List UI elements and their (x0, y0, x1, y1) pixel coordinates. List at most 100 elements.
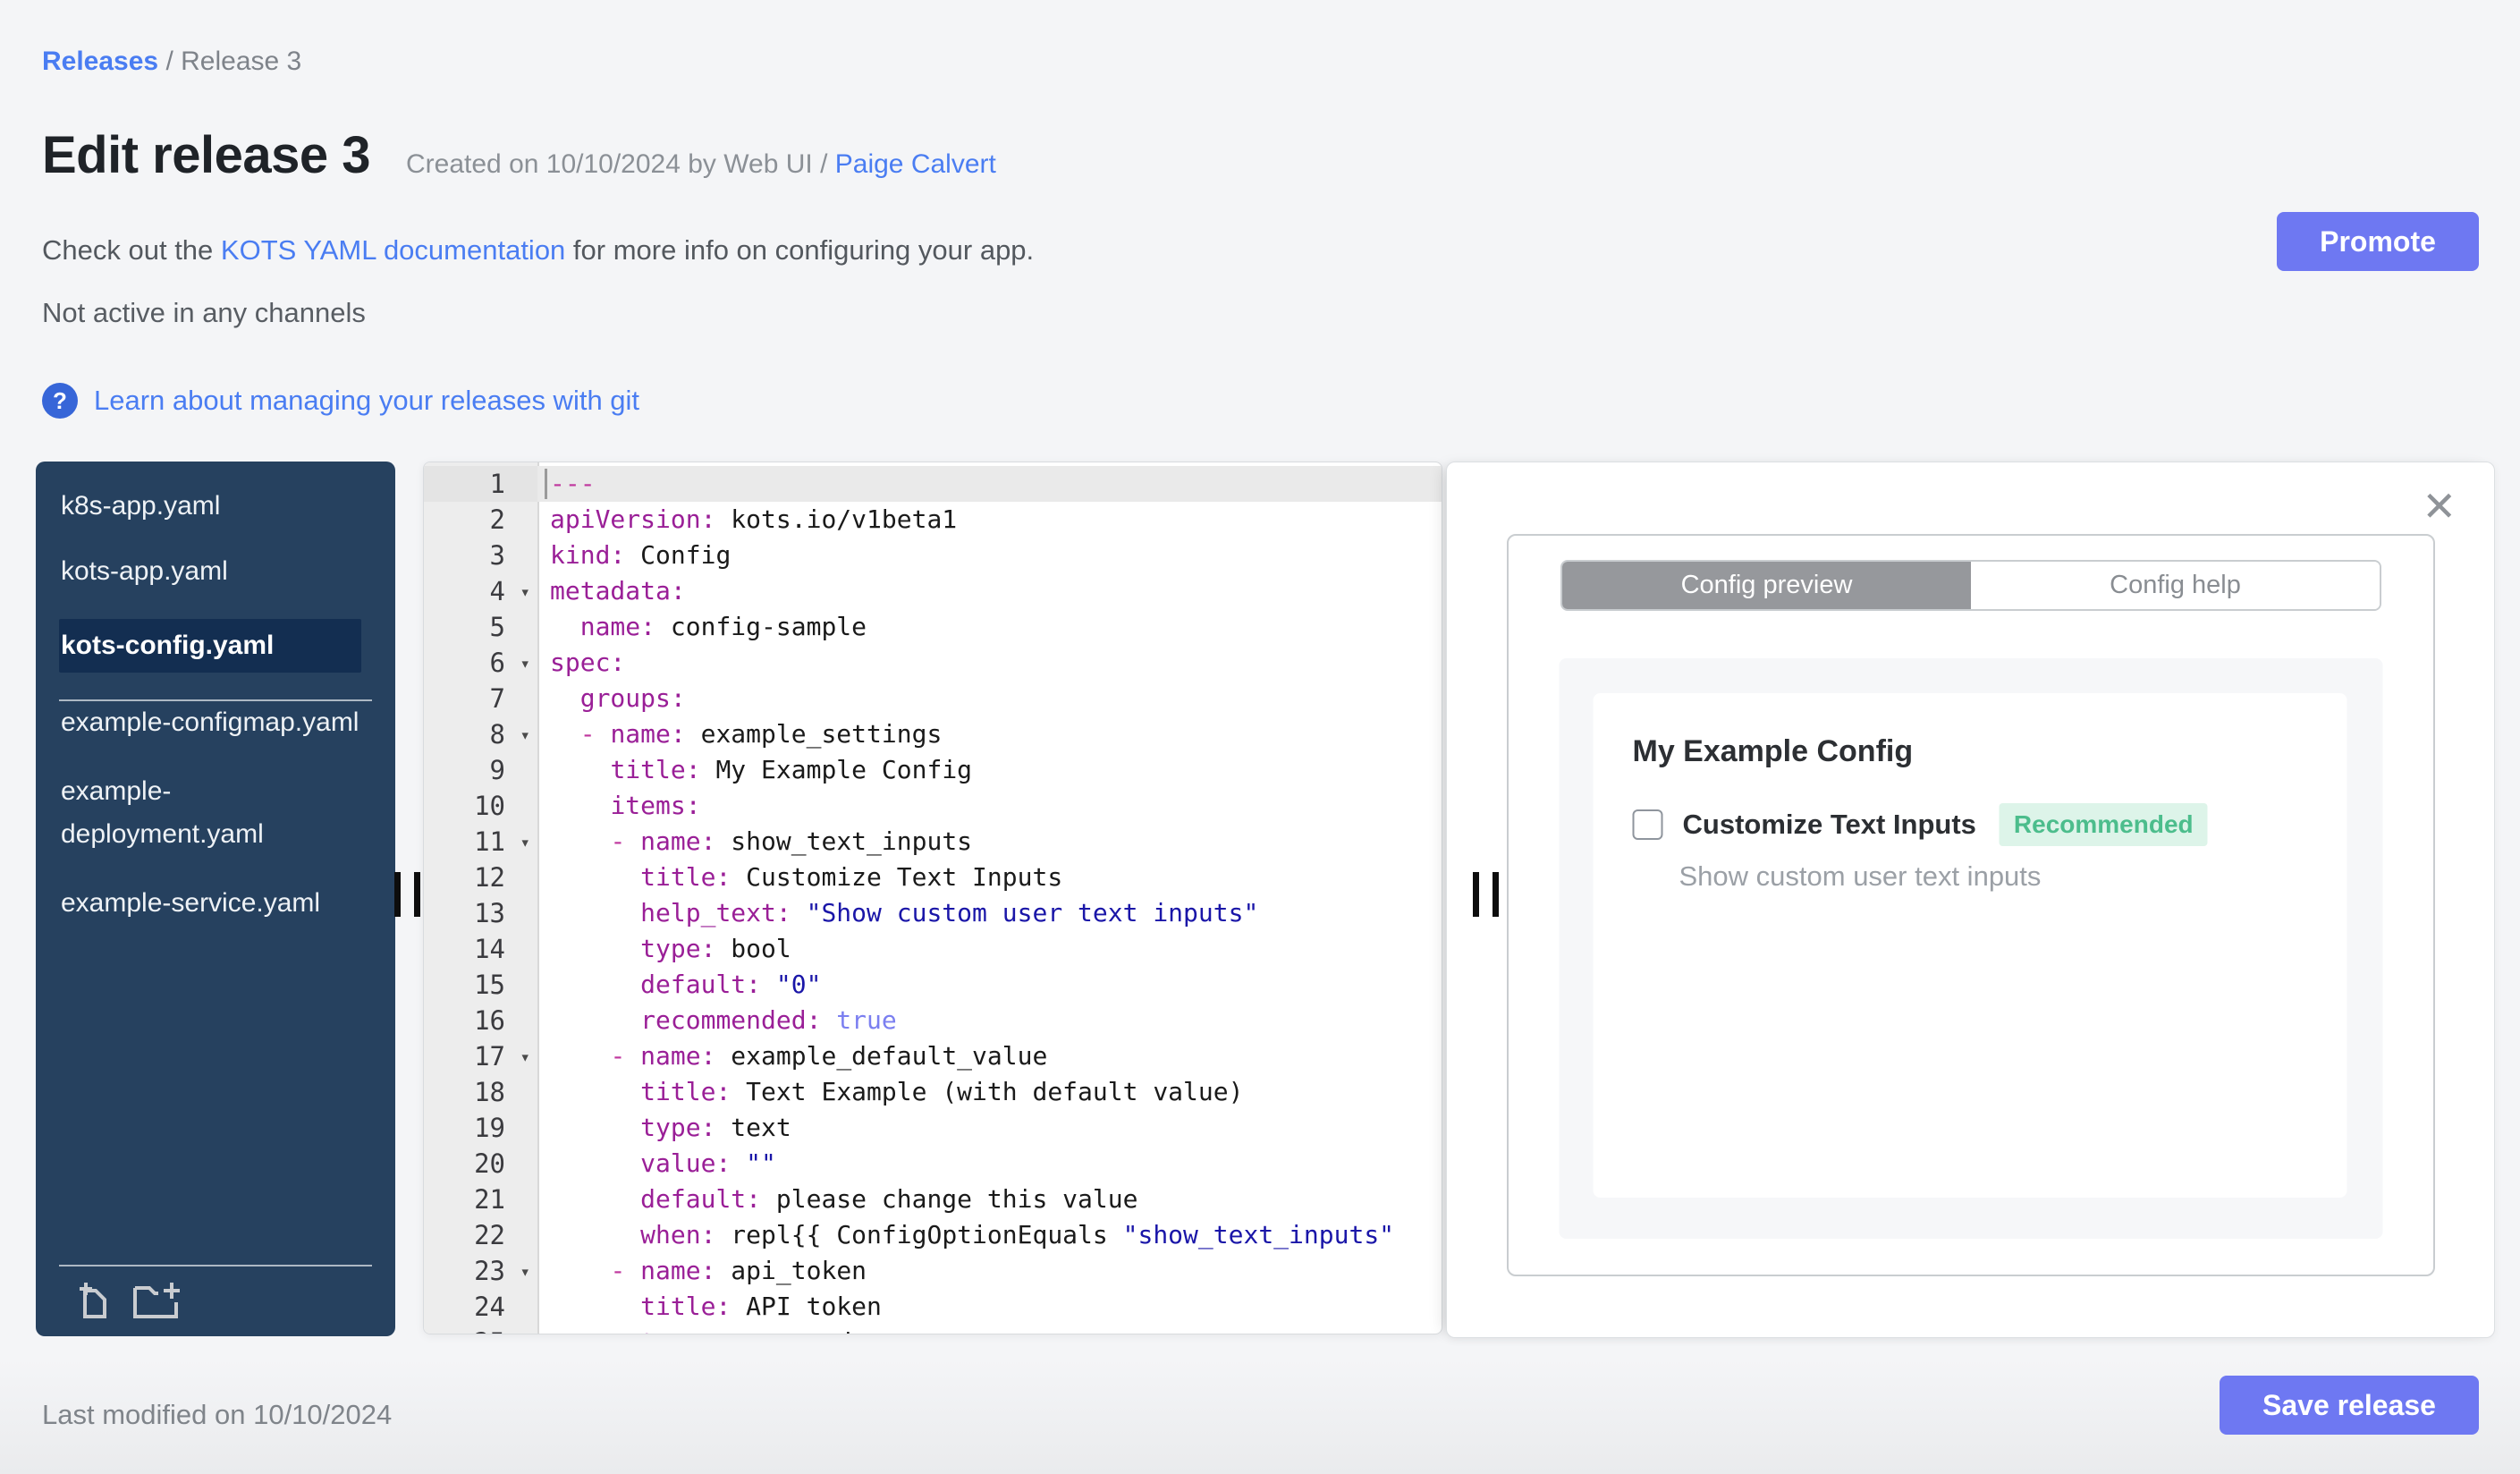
code-text: metadata: (550, 576, 686, 606)
code-line[interactable]: 11 ▾ - name: show_text_inputs (424, 824, 1442, 860)
breadcrumb-releases-link[interactable]: Releases (42, 47, 158, 76)
promote-button[interactable]: Promote (2277, 212, 2479, 271)
line-number: 23 ▾ (424, 1253, 537, 1289)
code-line[interactable]: 18 title: Text Example (with default val… (424, 1074, 1442, 1110)
code-line[interactable]: 16 recommended: true (424, 1003, 1442, 1038)
sidebar-file-kots-config.yaml[interactable]: kots-config.yaml (59, 619, 361, 673)
sidebar-file-k8s-app.yaml[interactable]: k8s-app.yaml (36, 488, 361, 524)
code-line[interactable]: 12 title: Customize Text Inputs (424, 860, 1442, 895)
code-text: spec: (550, 648, 626, 677)
code-text: title: Customize Text Inputs (640, 862, 1063, 892)
sidebar-file-example-service.yaml[interactable]: example-service.yaml (36, 882, 361, 925)
code-line[interactable]: 23 ▾ - name: api_token (424, 1253, 1442, 1289)
code-text: title: API token (640, 1292, 882, 1321)
line-number: 2 (489, 504, 505, 535)
config-preview-inner: Config preview Config help My Example Con… (1507, 534, 2435, 1276)
code-text: kind: Config (550, 540, 731, 570)
tab-config-preview[interactable]: Config preview (1562, 562, 1971, 609)
git-releases-link[interactable]: Learn about managing your releases with … (94, 385, 639, 417)
code-line[interactable]: 25 type: password (424, 1325, 1442, 1334)
line-number: 18 (474, 1077, 505, 1107)
fold-arrow-icon[interactable]: ▾ (520, 646, 530, 682)
code-line[interactable]: 21 default: please change this value (424, 1182, 1442, 1217)
sidebar-editor-resize-handle[interactable] (394, 872, 421, 917)
sidebar-file-example-deployment.yaml[interactable]: example-deployment.yaml (36, 770, 361, 856)
code-line[interactable]: 6 ▾ spec: (424, 645, 1442, 681)
code-text: - name: show_text_inputs (610, 826, 973, 856)
code-text: default: please change this value (640, 1184, 1138, 1214)
editor-lines: 1 --- 2 apiVersion: kots.io/v1beta1 3 kind: C… (424, 466, 1442, 1334)
created-by-link[interactable]: Paige Calvert (835, 149, 996, 179)
code-line[interactable]: 2 apiVersion: kots.io/v1beta1 (424, 502, 1442, 538)
close-icon[interactable]: ✕ (2422, 486, 2457, 527)
fold-arrow-icon[interactable]: ▾ (520, 825, 530, 860)
code-text: type: password (537, 1325, 1442, 1334)
code-text: value: "" (640, 1148, 776, 1178)
code-text: name: config-sample (579, 612, 867, 641)
recommended-badge: Recommended (1999, 803, 2208, 846)
line-number: 15 (474, 970, 505, 1000)
breadcrumb: Releases / Release 3 (42, 47, 301, 77)
fold-arrow-icon[interactable]: ▾ (520, 1039, 530, 1075)
code-line[interactable]: 14 type: bool (424, 931, 1442, 967)
customize-text-inputs-checkbox[interactable] (1632, 809, 1663, 840)
page-title: Edit release 3 (42, 126, 371, 184)
code-line[interactable]: 1 --- (424, 466, 1442, 502)
code-line[interactable]: 3 kind: Config (424, 538, 1442, 573)
code-line[interactable]: 10 items: (424, 788, 1442, 824)
code-line[interactable]: 7 groups: (424, 681, 1442, 716)
docs-sentence: Check out the KOTS YAML documentation fo… (42, 234, 1035, 266)
code-line[interactable]: 4 ▾ metadata: (424, 573, 1442, 609)
line-number: 24 (474, 1292, 505, 1322)
config-area: My Example Config Customize Text Inputs … (1559, 658, 2383, 1239)
code-text: type: text (640, 1113, 791, 1142)
line-number: 19 (474, 1113, 505, 1143)
kots-docs-link[interactable]: KOTS YAML documentation (221, 234, 565, 266)
line-number: 11 ▾ (424, 824, 537, 860)
line-number: 1 (424, 466, 537, 502)
fold-arrow-icon[interactable]: ▾ (520, 1254, 530, 1290)
help-icon[interactable]: ? (42, 383, 78, 419)
code-line[interactable]: 22 when: repl{{ ConfigOptionEquals "show… (424, 1217, 1442, 1253)
line-number: 9 (489, 755, 505, 785)
fold-arrow-icon[interactable]: ▾ (520, 574, 530, 610)
config-item-help-text: Show custom user text inputs (1679, 860, 2042, 892)
code-line[interactable]: 5 name: config-sample (424, 609, 1442, 645)
code-line[interactable]: 15 default: "0" (424, 967, 1442, 1003)
line-number: 12 (474, 862, 505, 893)
code-line[interactable]: 20 value: "" (424, 1146, 1442, 1182)
tab-config-help[interactable]: Config help (1971, 562, 2380, 609)
git-help-row: ? Learn about managing your releases wit… (42, 383, 639, 419)
code-line[interactable]: 13 help_text: "Show custom user text inp… (424, 895, 1442, 931)
code-line[interactable]: 17 ▾ - name: example_default_value (424, 1038, 1442, 1074)
line-number: 4 ▾ (424, 573, 537, 609)
add-file-icon[interactable] (76, 1279, 114, 1320)
code-text: groups: (579, 683, 686, 713)
editor-preview-resize-handle[interactable] (1473, 872, 1500, 917)
line-number: 25 (424, 1325, 537, 1334)
line-number: 20 (474, 1148, 505, 1179)
sidebar-file-kots-app.yaml[interactable]: kots-app.yaml (36, 554, 361, 589)
code-line[interactable]: 8 ▾ - name: example_settings (424, 716, 1442, 752)
line-number: 10 (474, 791, 505, 821)
code-text: title: My Example Config (610, 755, 973, 784)
code-line[interactable]: 19 type: text (424, 1110, 1442, 1146)
config-item-row: Customize Text Inputs Recommended (1632, 803, 2347, 846)
line-number: 8 ▾ (424, 716, 537, 752)
code-text: when: repl{{ ConfigOptionEquals "show_te… (640, 1220, 1395, 1250)
save-release-button[interactable]: Save release (2220, 1376, 2479, 1435)
breadcrumb-separator: / (165, 47, 173, 76)
line-number: 17 ▾ (424, 1038, 537, 1074)
file-list-secondary: example-configmap.yaml example-deployment… (36, 701, 395, 925)
line-number: 13 (474, 898, 505, 928)
yaml-editor[interactable]: 1 --- 2 apiVersion: kots.io/v1beta1 3 kind: C… (423, 462, 1442, 1334)
add-folder-icon[interactable] (131, 1279, 182, 1320)
fold-arrow-icon[interactable]: ▾ (520, 717, 530, 753)
line-number: 21 (474, 1184, 505, 1215)
sidebar-file-example-configmap.yaml[interactable]: example-configmap.yaml (36, 701, 361, 744)
title-row: Edit release 3 Created on 10/10/2024 by … (42, 125, 996, 185)
code-text: default: "0" (640, 970, 822, 999)
code-line[interactable]: 9 title: My Example Config (424, 752, 1442, 788)
code-line[interactable]: 24 title: API token (424, 1289, 1442, 1325)
footer-bar: Last modified on 10/10/2024 Save release (0, 1360, 2520, 1474)
